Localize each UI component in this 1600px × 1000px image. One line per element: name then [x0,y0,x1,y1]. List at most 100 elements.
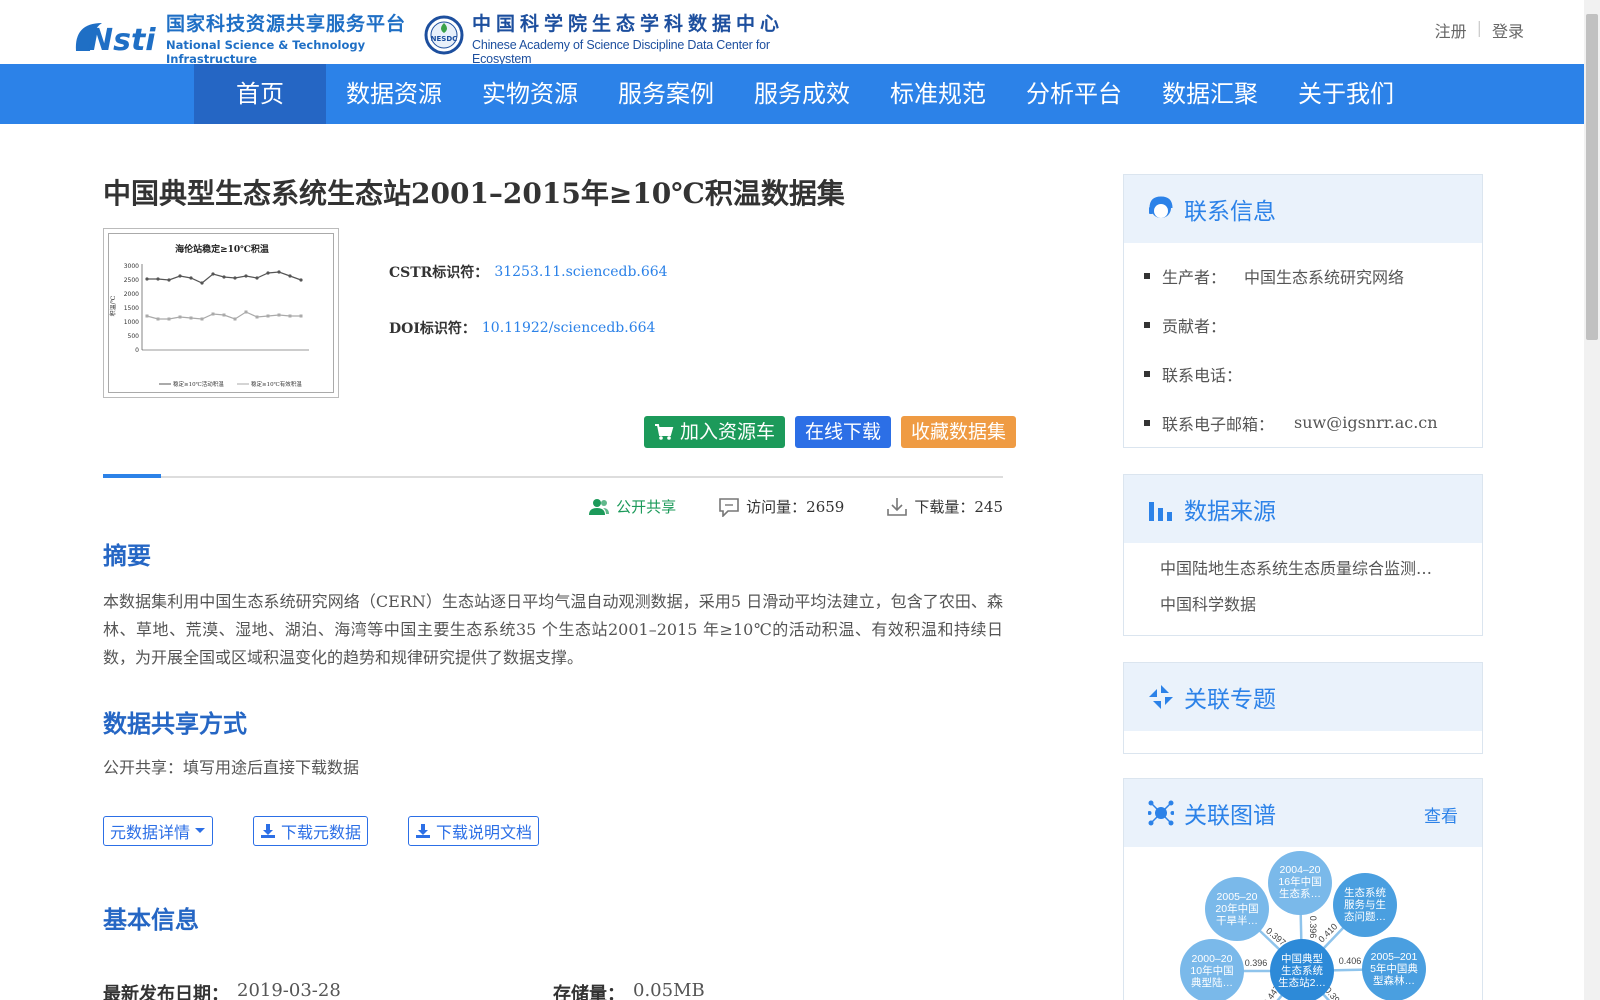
download-metadata-label: 下载元数据 [281,823,362,842]
downloads-value: 245 [974,497,1003,516]
graph-view-link[interactable]: 查看 [1424,802,1458,827]
svg-text:3000: 3000 [124,263,139,270]
doi-row: DOI标识符： 10.11922/sciencedb.664 [389,318,668,338]
nsti-logo-cn: 国家科技资源共享服务平台 [166,12,407,35]
nav-item-6[interactable]: 分析平台 [1006,64,1142,124]
register-link[interactable]: 注册 [1435,18,1467,42]
contact-person-icon [1149,196,1173,218]
nav-item-4[interactable]: 服务成效 [734,64,870,124]
metadata-buttons: 元数据详情 下载元数据 下载说明文档 [103,816,579,846]
contact-card: 联系信息 生产者： 中国生态系统研究网络 贡献者： 联系电话： 联系电子邮箱： … [1123,174,1483,448]
graph-node-center[interactable]: 中国典型生态系统生态站2… [1270,939,1334,1000]
nav-list: 首页 数据资源 实物资源 服务案例 服务成效 标准规范 分析平台 数据汇聚 关于我们 [194,64,1414,124]
add-to-cart-button[interactable]: 加入资源车 [644,416,786,448]
graph-node-3[interactable]: 2000–20 10年中国典型陆… [1180,939,1244,1000]
nav-item-2[interactable]: 实物资源 [462,64,598,124]
svg-text:1500: 1500 [124,305,139,312]
main-nav: 首页 数据资源 实物资源 服务案例 服务成效 标准规范 分析平台 数据汇聚 关于我们 [0,64,1600,124]
page-title: 中国典型生态系统生态站2001–2015年≥10℃积温数据集 [103,177,845,210]
storage-size: 存储量： 0.05MB [553,980,1003,1000]
favorite-button[interactable]: 收藏数据集 [901,416,1017,448]
graph-node-1[interactable]: 2005–20 20年中国干旱半… [1205,877,1269,941]
nav-item-8[interactable]: 关于我们 [1278,64,1414,124]
nesdc-badge-icon: NESDC [424,15,464,59]
network-graph-icon [1148,800,1174,826]
contact-card-title: 联系信息 [1184,199,1276,225]
contact-value[interactable]: suw@igsnrr.ac.cn [1294,413,1438,432]
svg-text:2004–2016年中国生态系…: 2004–20 16年中国生态系… [1278,864,1321,900]
graph-node-2[interactable]: 生态系统服务与生态问题… [1333,873,1397,937]
source-item[interactable]: 中国陆地生态系统生态质量综合监测… [1160,551,1446,587]
visits-stat: 访问量： 2659 [718,496,844,517]
svg-text:2000: 2000 [124,291,139,298]
graph-node-0[interactable]: 2004–20 16年中国生态系… [1268,851,1332,915]
source-list: 中国陆地生态系统生态质量综合监测… 中国科学数据 [1124,543,1482,623]
scrollbar-thumb[interactable] [1586,14,1598,340]
visits-label: 访问量： [746,498,807,516]
nsti-logo[interactable]: Nsti 国家科技资源共享服务平台 National Science & Tec… [72,13,412,66]
login-link[interactable]: 登录 [1492,18,1524,42]
svg-text:海伦站稳定≥10℃积温: 海伦站稳定≥10℃积温 [175,243,269,255]
identifiers: CSTR标识符： 31253.11.sciencedb.664 DOI标识符： … [389,262,668,374]
download-icon [261,824,276,838]
svg-text:NESDC: NESDC [431,35,458,43]
source-item[interactable]: 中国科学数据 [1160,587,1446,623]
svg-text:积温/℃: 积温/℃ [109,295,117,316]
nesdc-logo-cn: 中国科学院生态学科数据中心 [472,12,785,35]
doi-label: DOI标识符： [389,321,476,337]
pinwheel-icon [1149,685,1173,709]
graph-node-5[interactable]: 2005–201 5年中国典型森林… [1362,937,1426,1000]
nsti-logo-en: National Science & Technology Infrastruc… [166,37,366,66]
svg-text:500: 500 [128,333,140,340]
relation-graph[interactable]: 0.397 0.396 0.410 0.396 0.406 0.447 0.39… [1124,847,1482,1000]
basic-info-title: 基本信息 [103,905,199,934]
download-button[interactable]: 在线下载 [795,416,892,448]
nav-item-1[interactable]: 数据资源 [326,64,462,124]
dataset-thumbnail[interactable]: 海伦站稳定≥10℃积温 3000 2500 2000 1500 1000 500 0 积温… [103,228,339,398]
nsti-logo-mark: Nsti [72,17,158,58]
edge-weight: 0.410 [1316,921,1339,944]
nav-item-7[interactable]: 数据汇聚 [1142,64,1278,124]
topic-card: 关联专题 [1123,662,1483,754]
contact-key: 贡献者： [1162,316,1227,336]
cart-icon [655,424,674,440]
svg-text:2000–2010年中国典型陆…: 2000–20 10年中国典型陆… [1190,953,1233,989]
thumbnail-chart: 海伦站稳定≥10℃积温 3000 2500 2000 1500 1000 500 0 积温… [109,243,309,388]
tab-active-indicator [103,474,161,478]
contact-phone: 联系电话： [1144,349,1482,398]
users-icon [589,498,610,515]
cstr-link[interactable]: 31253.11.sciencedb.664 [494,264,667,280]
doi-link[interactable]: 10.11922/sciencedb.664 [482,320,656,336]
nav-item-5[interactable]: 标准规范 [870,64,1006,124]
auth-separator: | [1476,18,1482,37]
download-icon [416,824,431,838]
auth-links: 注册 | 登录 [1435,18,1524,42]
share-method-text: 公开共享：填写用途后直接下载数据 [103,758,360,777]
cstr-row: CSTR标识符： 31253.11.sciencedb.664 [389,262,668,282]
abstract-text: 本数据集利用中国生态系统研究网络（CERN）生态站逐日平均气温自动观测数据，采用… [103,592,1003,667]
graph-card-title: 关联图谱 [1184,803,1276,829]
nesdc-logo[interactable]: NESDC 中国科学院生态学科数据中心 Chinese Academy of S… [424,13,824,66]
svg-text:稳定≥10℃活动积温: 稳定≥10℃活动积温 [173,380,224,388]
svg-text:2005–2015年中国典型森林…: 2005–201 5年中国典型森林… [1370,951,1418,987]
page-scrollbar[interactable] [1584,0,1600,1000]
caret-down-icon [195,828,206,833]
metadata-details-button[interactable]: 元数据详情 [103,816,214,846]
basic-info-row: 最新发布日期： 2019-03-28 存储量： 0.05MB [103,980,1003,1000]
contact-value: 中国生态系统研究网络 [1244,267,1405,287]
downloads-stat: 下载量： 245 [886,496,1003,517]
nav-item-0[interactable]: 首页 [194,64,326,124]
dataset-actions: 加入资源车 在线下载 收藏数据集 [644,416,1017,448]
source-card-title: 数据来源 [1184,499,1276,525]
top-header: Nsti 国家科技资源共享服务平台 National Science & Tec… [0,0,1600,66]
download-doc-button[interactable]: 下载说明文档 [408,816,540,846]
contact-key: 联系电子邮箱： [1162,414,1275,434]
edge-weight: 0.396 [1245,958,1268,968]
contact-key: 联系电话： [1162,365,1243,385]
contact-key: 生产者： [1162,267,1227,287]
nav-item-3[interactable]: 服务案例 [598,64,734,124]
source-card: 数据来源 中国陆地生态系统生态质量综合监测… 中国科学数据 [1123,474,1483,636]
download-metadata-button[interactable]: 下载元数据 [253,816,369,846]
contact-list: 生产者： 中国生态系统研究网络 贡献者： 联系电话： 联系电子邮箱： suw@i… [1124,243,1482,447]
storage-size-label: 存储量： [553,984,625,1000]
